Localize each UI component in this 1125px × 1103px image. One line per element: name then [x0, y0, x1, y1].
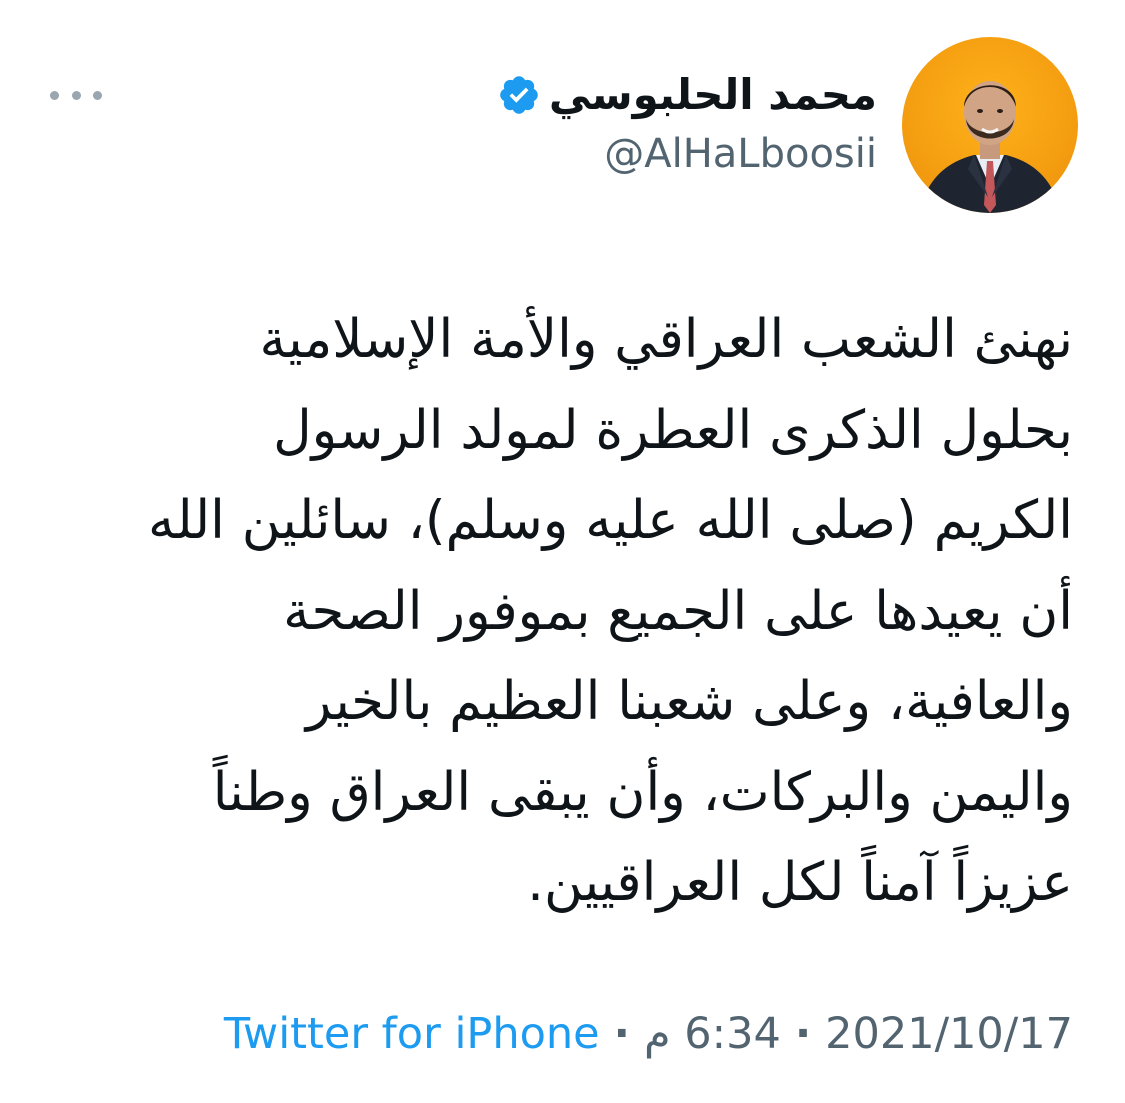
more-dot-icon [71, 90, 81, 100]
tweet-source-link[interactable]: Twitter for iPhone [224, 1006, 600, 1062]
tweet-text-line: أن يعيدها على الجميع بموفور الصحة [283, 580, 1073, 642]
tweet-text-line: بحلول الذكرى العطرة لمولد الرسول [273, 399, 1073, 461]
tweet-date[interactable]: 2021/10/17 [825, 1006, 1073, 1062]
tweet-text: نهنئ الشعب العراقي والأمة الإسلامية بحلو… [43, 295, 1073, 929]
tweet-metadata: Twitter for iPhone · 6:34 م · 2021/10/17 [224, 1006, 1073, 1062]
more-dot-icon [93, 90, 102, 100]
more-options-button[interactable] [50, 78, 102, 112]
tweet-text-line: نهنئ الشعب العراقي والأمة الإسلامية [259, 309, 1073, 370]
avatar[interactable] [902, 37, 1078, 213]
more-dot-icon [50, 90, 59, 100]
tweet-text-line: والعافية، وعلى شعبنا العظيم بالخير [305, 671, 1073, 732]
metadata-separator: · [613, 1009, 630, 1059]
verified-badge-icon [497, 73, 541, 117]
author-display-name[interactable]: محمد الحلبوسي [549, 66, 877, 124]
tweet-time[interactable]: 6:34 م [644, 1006, 781, 1062]
metadata-separator: · [794, 1009, 812, 1059]
avatar-portrait-image [920, 81, 1060, 213]
tweet-text-line: عزيزاً آمناً لكل العراقيين. [527, 852, 1073, 913]
tweet-text-line: الكريم (صلى الله عليه وسلم)، سائلين الله [148, 490, 1073, 551]
tweet-header: محمد الحلبوسي @AlHaLboosii [497, 66, 877, 184]
author-handle[interactable]: @AlHaLboosii [497, 124, 877, 184]
author-name-row: محمد الحلبوسي [497, 66, 877, 124]
tweet-text-line: واليمن والبركات، وأن يبقى العراق وطناً [212, 761, 1073, 823]
